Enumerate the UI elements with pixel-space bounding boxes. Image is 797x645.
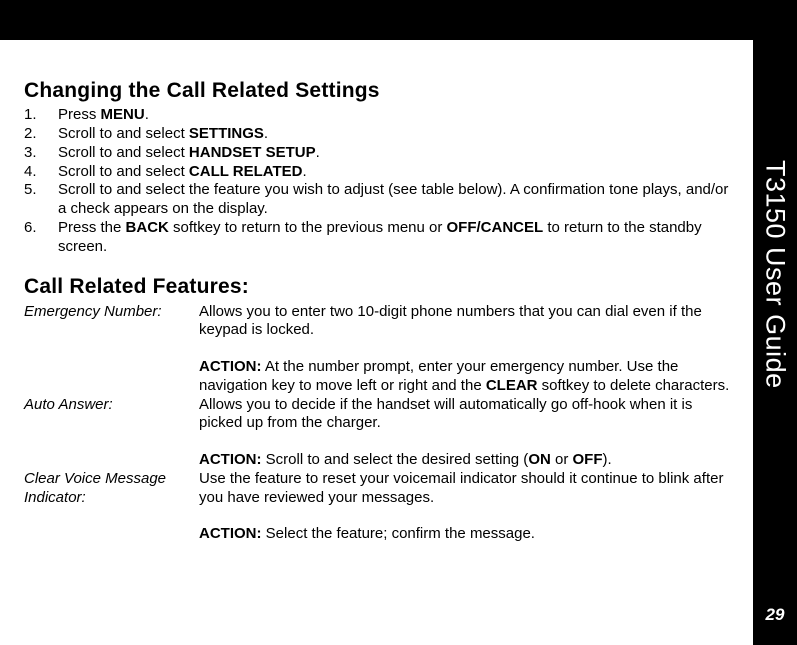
- step-number: 1.: [24, 106, 58, 125]
- step-2: 2. Scroll to and select SETTINGS.: [24, 125, 736, 144]
- text: or: [551, 451, 573, 468]
- feature-row-autoanswer: Auto Answer: Allows you to decide if the…: [24, 396, 736, 470]
- step-text: Scroll to and select the feature you wis…: [58, 181, 736, 219]
- step-number: 2.: [24, 125, 58, 144]
- step-5: 5. Scroll to and select the feature you …: [24, 181, 736, 219]
- feature-body: Allows you to enter two 10-digit phone n…: [199, 303, 736, 396]
- bold: OFF: [573, 451, 603, 468]
- step-1: 1. Press MENU.: [24, 106, 736, 125]
- feature-action: ACTION: Select the feature; confirm the …: [199, 525, 736, 544]
- step-text: Press MENU.: [58, 106, 736, 125]
- feature-label: Emergency Number:: [24, 303, 199, 322]
- page: T3150 User Guide 29 Changing the Call Re…: [0, 0, 797, 645]
- action-label: ACTION:: [199, 358, 262, 375]
- step-text: Scroll to and select HANDSET SETUP.: [58, 144, 736, 163]
- feature-body: Use the feature to reset your voicemail …: [199, 470, 736, 544]
- features-table: Emergency Number: Allows you to enter tw…: [24, 303, 736, 545]
- text: Scroll to and select: [58, 163, 189, 180]
- steps-list: 1. Press MENU. 2. Scroll to and select S…: [24, 106, 736, 256]
- step-text: Scroll to and select SETTINGS.: [58, 125, 736, 144]
- spacer: [199, 507, 736, 525]
- feature-action: ACTION: At the number prompt, enter your…: [199, 358, 736, 396]
- step-number: 3.: [24, 144, 58, 163]
- bold: ON: [528, 451, 551, 468]
- action-label: ACTION:: [199, 525, 262, 542]
- step-4: 4. Scroll to and select CALL RELATED.: [24, 163, 736, 182]
- bold: CLEAR: [486, 377, 538, 394]
- text: Scroll to and select: [58, 144, 189, 161]
- text: Scroll to and select the desired setting…: [262, 451, 529, 468]
- step-6: 6. Press the BACK softkey to return to t…: [24, 219, 736, 257]
- step-3: 3. Scroll to and select HANDSET SETUP.: [24, 144, 736, 163]
- text: .: [264, 125, 268, 142]
- text: .: [316, 144, 320, 161]
- text: Press: [58, 106, 101, 123]
- feature-body: Allows you to decide if the handset will…: [199, 396, 736, 470]
- sidebar: T3150 User Guide 29: [753, 40, 797, 645]
- text: .: [145, 106, 149, 123]
- bold: CALL RELATED: [189, 163, 303, 180]
- text: Press the: [58, 219, 126, 236]
- top-black-bar: [0, 0, 797, 40]
- page-number: 29: [753, 605, 797, 625]
- feature-desc: Use the feature to reset your voicemail …: [199, 470, 736, 508]
- step-number: 4.: [24, 163, 58, 182]
- bold: SETTINGS: [189, 125, 264, 142]
- content-area: Changing the Call Related Settings 1. Pr…: [24, 78, 736, 544]
- bold: MENU: [101, 106, 145, 123]
- bold: BACK: [126, 219, 169, 236]
- feature-label: Auto Answer:: [24, 396, 199, 415]
- feature-action: ACTION: Scroll to and select the desired…: [199, 451, 736, 470]
- heading-changing-settings: Changing the Call Related Settings: [24, 78, 736, 104]
- feature-row-emergency: Emergency Number: Allows you to enter tw…: [24, 303, 736, 396]
- text: ).: [603, 451, 612, 468]
- text: softkey to delete characters.: [538, 377, 730, 394]
- feature-desc: Allows you to enter two 10-digit phone n…: [199, 303, 736, 341]
- heading-call-related-features: Call Related Features:: [24, 274, 736, 300]
- spacer: [199, 340, 736, 358]
- text: softkey to return to the previous menu o…: [169, 219, 447, 236]
- bold: OFF/CANCEL: [447, 219, 544, 236]
- guide-title: T3150 User Guide: [760, 160, 791, 389]
- spacer: [199, 433, 736, 451]
- step-text: Press the BACK softkey to return to the …: [58, 219, 736, 257]
- feature-label: Clear Voice Message Indicator:: [24, 470, 199, 508]
- step-number: 6.: [24, 219, 58, 238]
- step-number: 5.: [24, 181, 58, 200]
- feature-desc: Allows you to decide if the handset will…: [199, 396, 736, 434]
- text: .: [303, 163, 307, 180]
- text: Scroll to and select: [58, 125, 189, 142]
- bold: HANDSET SETUP: [189, 144, 316, 161]
- text: Scroll to and select the feature you wis…: [58, 181, 728, 217]
- text: Select the feature; confirm the message.: [262, 525, 535, 542]
- feature-row-clearvoice: Clear Voice Message Indicator: Use the f…: [24, 470, 736, 544]
- action-label: ACTION:: [199, 451, 262, 468]
- step-text: Scroll to and select CALL RELATED.: [58, 163, 736, 182]
